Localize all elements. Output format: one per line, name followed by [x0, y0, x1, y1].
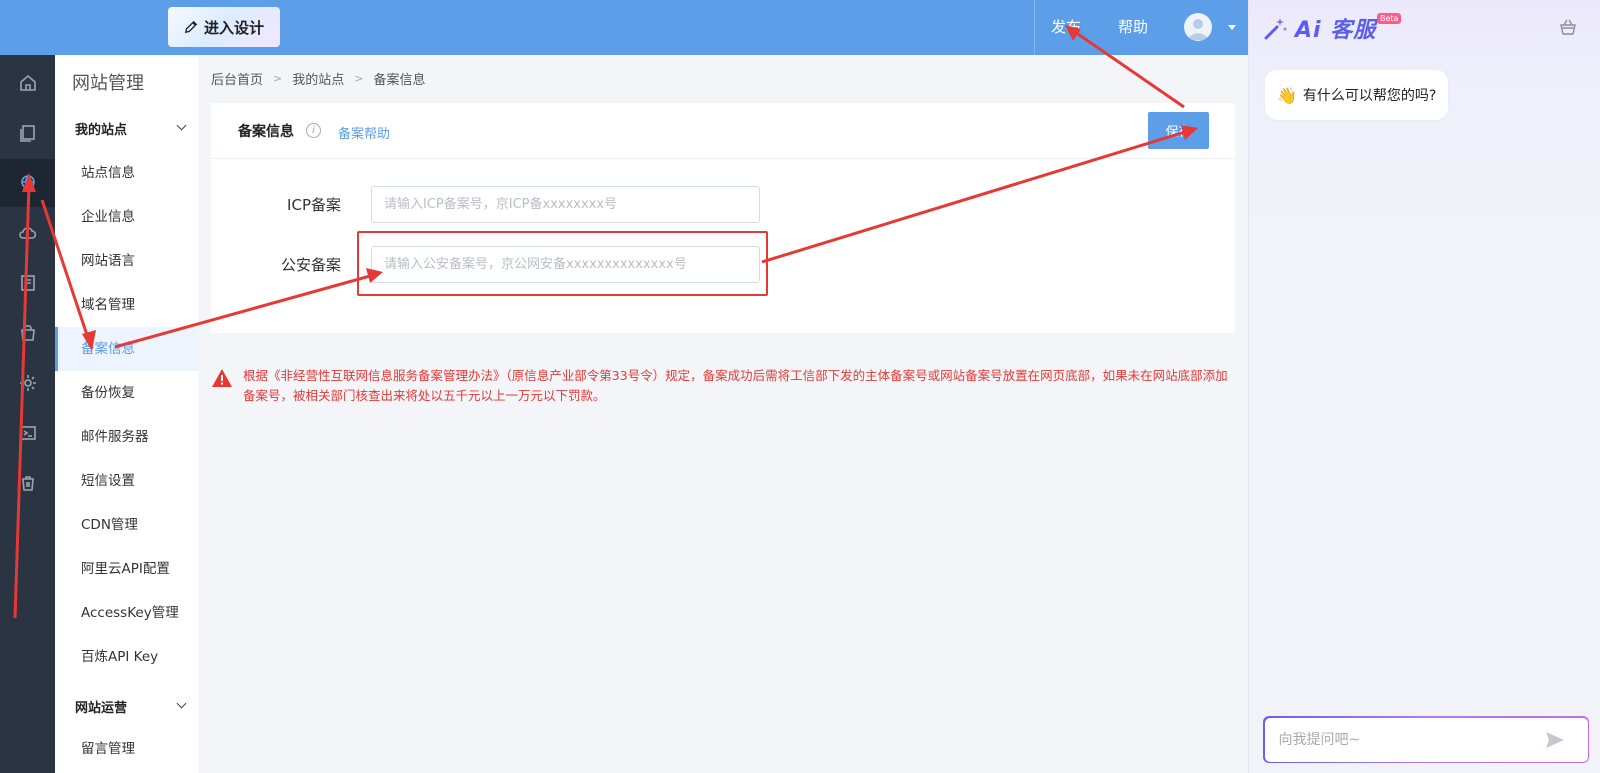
chevron-down-icon	[176, 698, 187, 709]
breadcrumb-home[interactable]: 后台首页	[211, 69, 263, 88]
card-header: 备案信息 i 备案帮助 保存	[211, 103, 1235, 159]
menu-group-operations[interactable]: 网站运营	[75, 697, 187, 716]
site-icon[interactable]	[0, 159, 55, 207]
home-icon[interactable]	[0, 59, 55, 107]
ai-logo: Ai 客服	[1263, 12, 1376, 44]
avatar[interactable]	[1184, 13, 1212, 41]
menu-item-aliyun-api[interactable]: 阿里云API配置	[55, 547, 198, 591]
filing-info-card: 备案信息 i 备案帮助 保存 ICP备案 公安备案	[211, 103, 1235, 333]
menu-item-messages[interactable]: 留言管理	[55, 727, 198, 771]
chevron-right-icon: >	[354, 72, 364, 85]
menu-item-cdn[interactable]: CDN管理	[55, 503, 198, 547]
menu-item-accesskey[interactable]: AccessKey管理	[55, 591, 198, 635]
menu-item-site-info[interactable]: 站点信息	[55, 151, 198, 195]
top-divider	[1034, 0, 1035, 55]
menu-item-company-info[interactable]: 企业信息	[55, 195, 198, 239]
basket-icon[interactable]	[1559, 18, 1577, 36]
bag-icon[interactable]	[0, 309, 55, 357]
menu-item-backup[interactable]: 备份恢复	[55, 371, 198, 415]
enter-design-label: 进入设计	[203, 19, 264, 37]
edit-icon	[184, 20, 198, 34]
warning-icon	[212, 369, 232, 387]
menu-item-domain[interactable]: 域名管理	[55, 283, 198, 327]
wave-hand-icon: 👋	[1277, 85, 1297, 105]
book-icon[interactable]	[0, 259, 55, 307]
menu-group-label: 我的站点	[75, 123, 128, 138]
warning-notice: 根据《非经营性互联网信息服务备案管理办法》（原信息产业部令第33号令）规定，备案…	[211, 366, 1235, 406]
greeting-bubble: 👋 有什么可以帮您的吗?	[1265, 70, 1449, 120]
filing-help-link[interactable]: 备案帮助	[338, 123, 390, 142]
terminal-icon[interactable]	[0, 409, 55, 457]
warning-text: 根据《非经营性互联网信息服务备案管理办法》（原信息产业部令第33号令）规定，备案…	[243, 368, 1228, 403]
police-filing-input[interactable]	[371, 246, 760, 283]
info-icon[interactable]: i	[306, 123, 321, 138]
save-button[interactable]: 保存	[1148, 112, 1209, 149]
top-bar: 进入设计 发布 帮助	[0, 0, 1248, 55]
ai-brand: Ai 客服	[1295, 18, 1377, 43]
police-filing-label: 公安备案	[280, 256, 341, 274]
pages-icon[interactable]	[0, 109, 55, 157]
user-dropdown-icon[interactable]	[1228, 25, 1236, 30]
breadcrumb-my-sites[interactable]: 我的站点	[292, 69, 344, 88]
menu-item-bailian-key[interactable]: 百炼API Key	[55, 635, 198, 679]
menu-item-sms[interactable]: 短信设置	[55, 459, 198, 503]
menu-title: 网站管理	[72, 73, 144, 94]
enter-design-button[interactable]: 进入设计	[168, 7, 280, 47]
card-title: 备案信息	[238, 124, 294, 140]
site-management-menu: 网站管理 我的站点 站点信息 企业信息 网站语言 域名管理 备案信息 备份恢复 …	[55, 55, 198, 773]
cloud-icon[interactable]	[0, 209, 55, 257]
menu-group-my-sites[interactable]: 我的站点	[75, 119, 187, 138]
magic-wand-icon	[1264, 18, 1287, 40]
ai-chat-panel: Ai 客服 Beta 👋 有什么可以帮您的吗?	[1248, 0, 1600, 773]
menu-group-label: 网站运营	[75, 701, 128, 716]
icon-rail	[0, 55, 55, 773]
menu-item-filing-info[interactable]: 备案信息	[55, 327, 198, 371]
icp-label: ICP备案	[287, 196, 341, 214]
help-link[interactable]: 帮助	[1118, 0, 1148, 55]
publish-link[interactable]: 发布	[1051, 0, 1081, 55]
chat-input[interactable]	[1264, 717, 1588, 762]
breadcrumb: 后台首页 > 我的站点 > 备案信息	[211, 69, 425, 88]
greeting-text: 有什么可以帮您的吗?	[1302, 88, 1437, 104]
trash-icon[interactable]	[0, 459, 55, 507]
menu-item-mail-server[interactable]: 邮件服务器	[55, 415, 198, 459]
menu-item-site-language[interactable]: 网站语言	[55, 239, 198, 283]
send-icon[interactable]	[1545, 731, 1565, 749]
chat-input-frame	[1263, 716, 1589, 763]
chevron-right-icon: >	[273, 72, 283, 85]
gear-icon[interactable]	[0, 359, 55, 407]
chevron-down-icon	[176, 120, 187, 131]
beta-badge: Beta	[1377, 13, 1402, 24]
breadcrumb-current: 备案信息	[373, 73, 426, 88]
icp-input[interactable]	[371, 186, 760, 223]
